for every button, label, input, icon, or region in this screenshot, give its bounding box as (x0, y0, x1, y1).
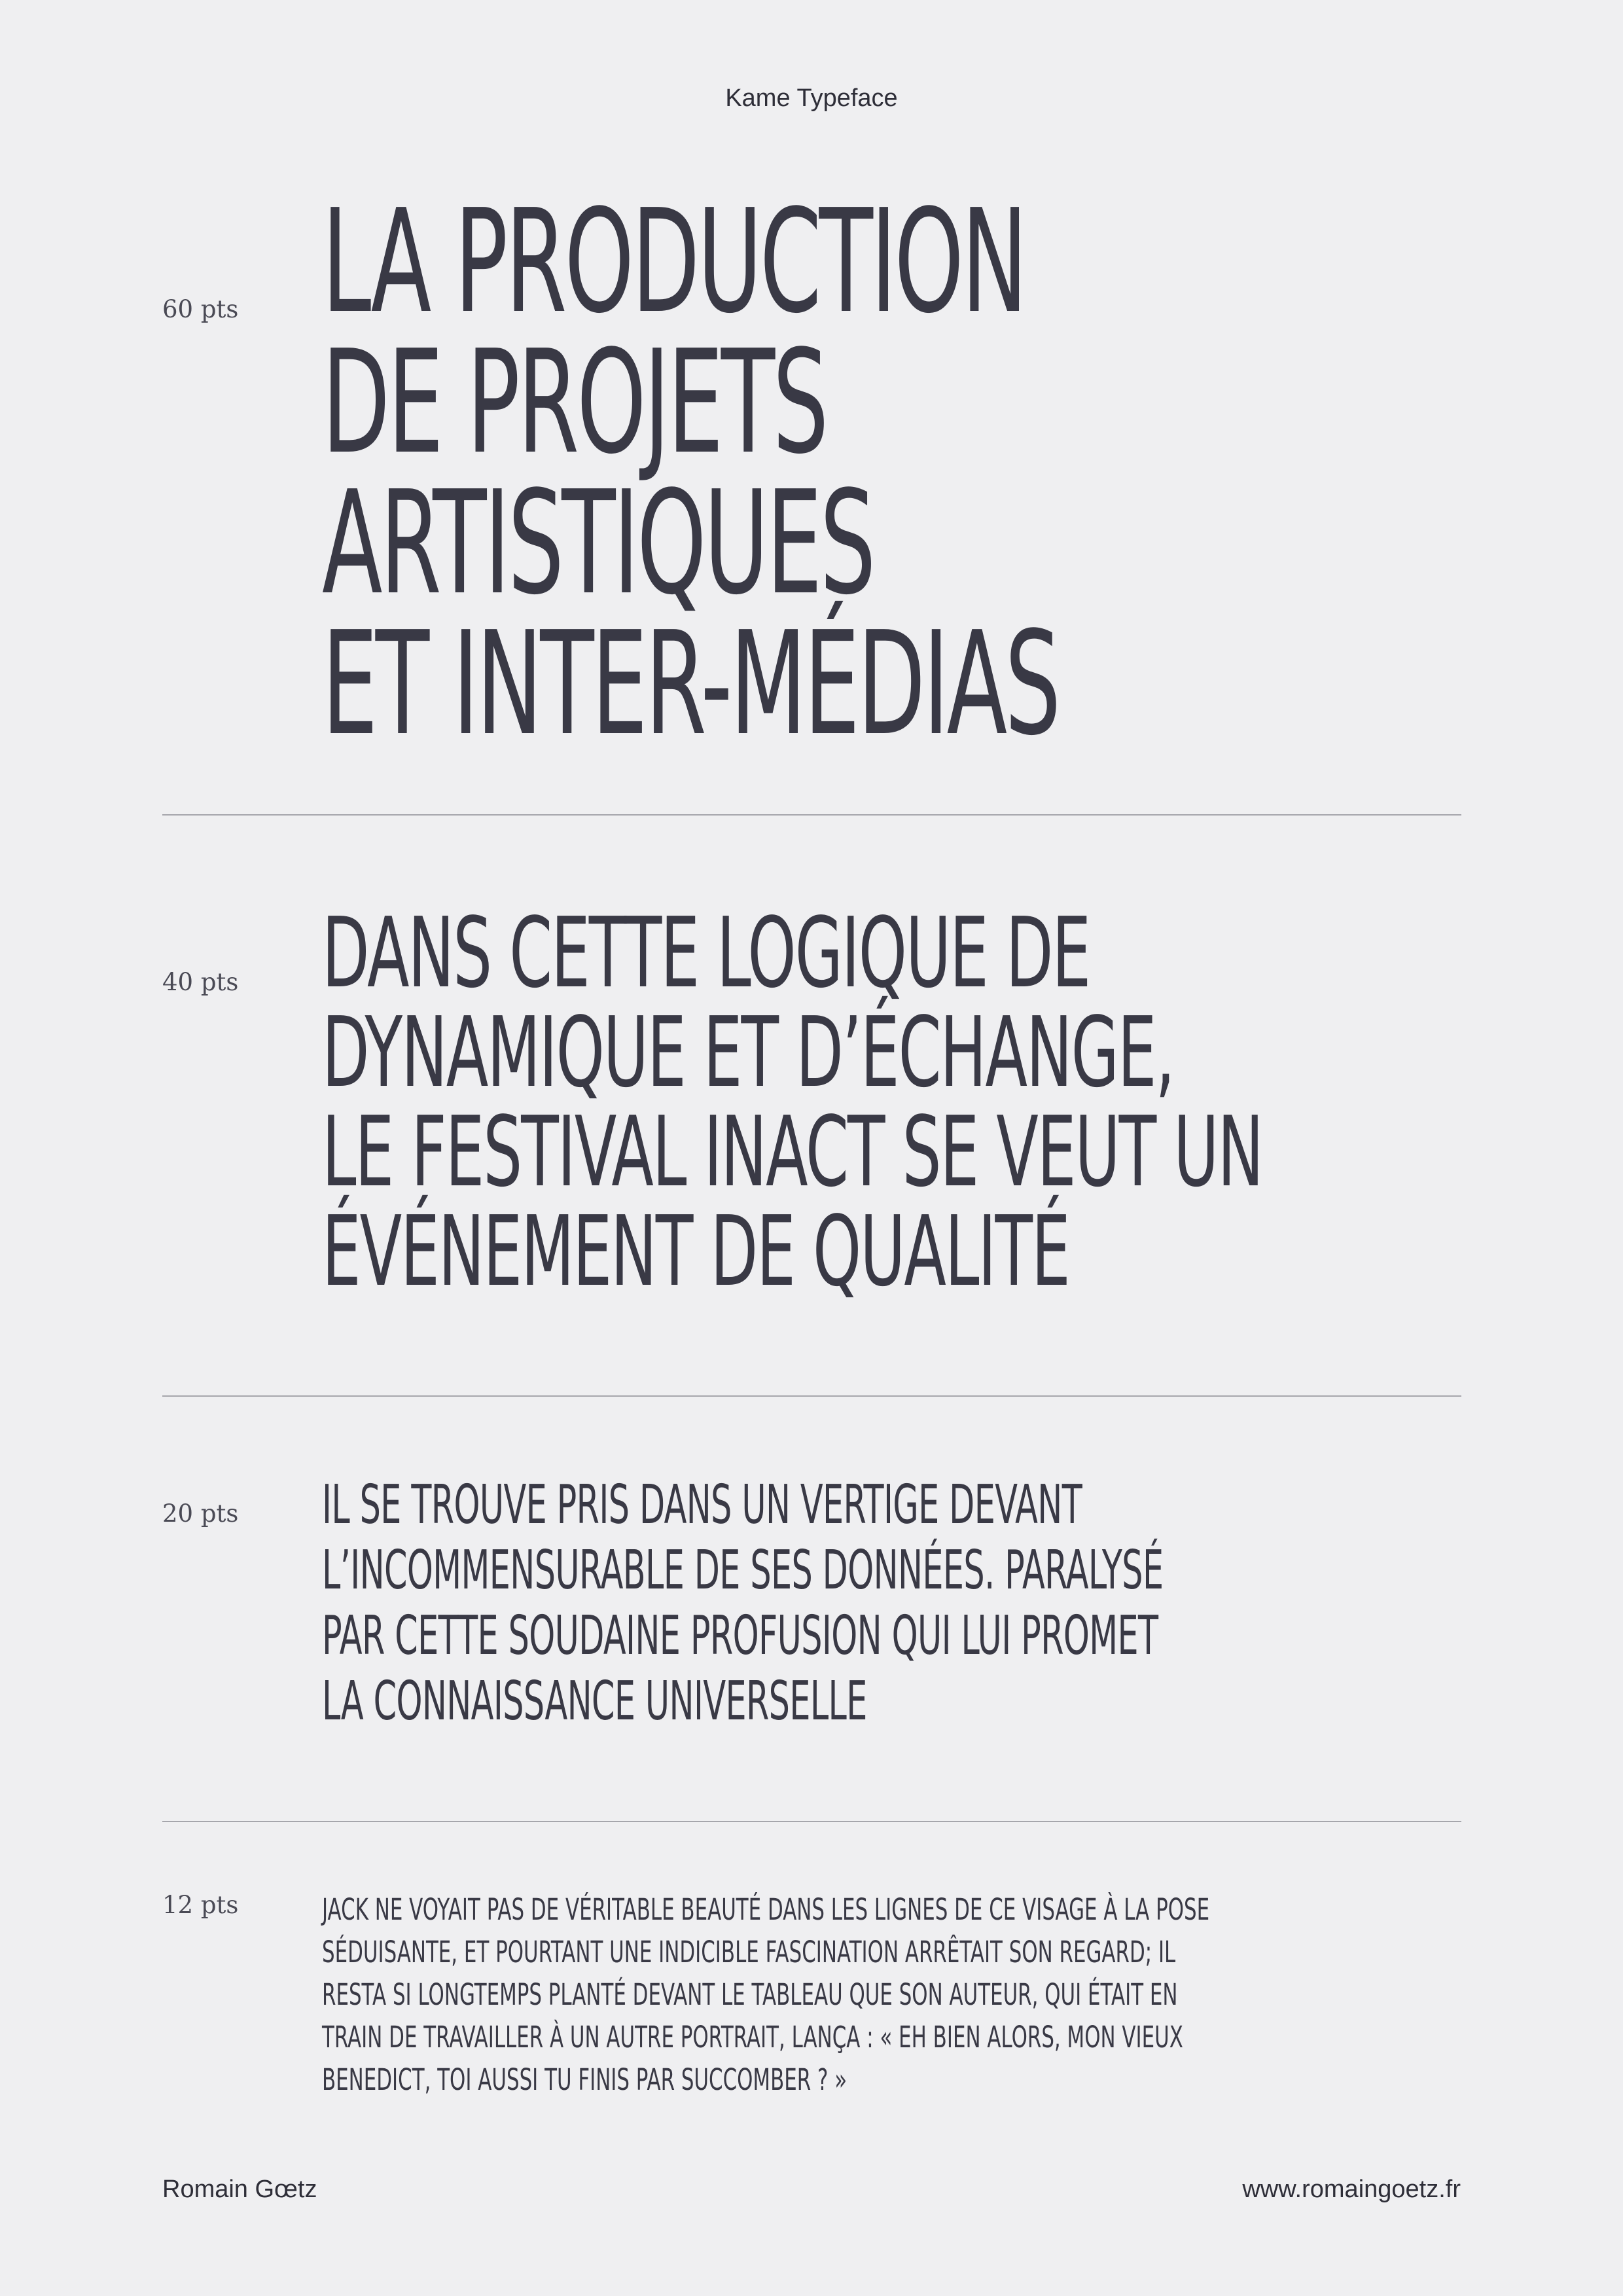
author-name: Romain Gœtz (162, 2176, 317, 2203)
specimen-line: de projets (322, 320, 829, 486)
specimen-line: train de travailler à un autre portrait,… (322, 2020, 1183, 2054)
section-divider (162, 1395, 1461, 1397)
size-label-20: 20 pts (162, 1499, 239, 1528)
specimen-12pts: Jack ne voyait pas de véritable beauté d… (322, 1888, 1209, 2101)
specimen-line: artistiques (322, 461, 876, 626)
specimen-line: dynamique et d’échange, (322, 996, 1175, 1109)
specimen-line: Benedict, toi aussi tu finis par succomb… (322, 2062, 847, 2097)
size-label-40: 40 pts (162, 968, 239, 996)
specimen-40pts: Dans cette logique de dynamique et d’éch… (322, 897, 1264, 1308)
specimen-line: le Festival INACT se veut un (322, 1096, 1264, 1208)
page-title: Kame Typeface (725, 84, 898, 112)
specimen-line: par cette soudaine profusion qui lui pro… (322, 1605, 1158, 1667)
section-divider (162, 814, 1461, 816)
specimen-line: La production (322, 179, 1027, 345)
size-label-12: 12 pts (162, 1891, 239, 1919)
specimen-line: resta si longtemps planté devant le tabl… (322, 1977, 1178, 2012)
website-link[interactable]: www.romaingoetz.fr (1242, 2171, 1461, 2208)
specimen-line: l’incommensurable de ses données. Paraly… (322, 1539, 1164, 1602)
size-label-60: 60 pts (162, 295, 239, 323)
specimen-line: et inter-médias (322, 601, 1061, 767)
specimen-20pts: Il se trouve pris dans un vertige devant… (322, 1473, 1164, 1734)
section-divider (162, 1821, 1461, 1822)
specimen-line: séduisante, et pourtant une indicible fa… (322, 1935, 1176, 1969)
specimen-line: événement de qualité (322, 1195, 1071, 1308)
specimen-line: Il se trouve pris dans un vertige devant (322, 1474, 1082, 1536)
specimen-line: Dans cette logique de (322, 897, 1091, 1009)
specimen-line: Jack ne voyait pas de véritable beauté d… (322, 1892, 1210, 1927)
specimen-60pts: La production de projets artistiques et … (322, 179, 1061, 767)
specimen-line: la connaissance universelle (322, 1670, 867, 1732)
